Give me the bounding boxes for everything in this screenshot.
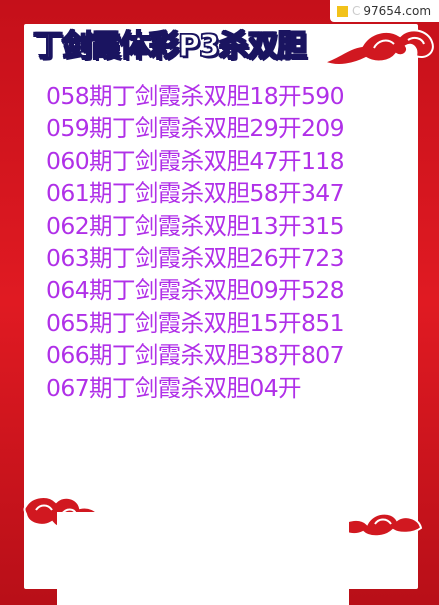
square-icon [337, 5, 348, 17]
list-item: 067期丁剑霞杀双胆04开 [46, 373, 302, 402]
list-item: 058期丁剑霞杀双胆18开590 [46, 82, 345, 110]
blank-area [57, 512, 349, 605]
watermark-site: 97654.com [363, 4, 432, 18]
watermark-badge[interactable]: C 97654.com [330, 0, 439, 22]
list-item: 066期丁剑霞杀双胆38开807 [46, 341, 345, 370]
list-item: 059期丁剑霞杀双胆29开209 [46, 114, 345, 143]
watermark-letter: C [352, 4, 361, 18]
list-item: 061期丁剑霞杀双胆58开347 [46, 179, 345, 208]
list-item: 065期丁剑霞杀双胆15开851 [46, 308, 345, 337]
poster-frame: 丁剑霞体彩P3杀双胆 058期丁剑霞杀双胆18开590 059期丁剑霞杀双胆29… [0, 0, 439, 605]
prediction-list: 058期丁剑霞杀双胆18开590 059期丁剑霞杀双胆29开209 060期丁剑… [46, 80, 345, 404]
poster-title: 丁剑霞体彩P3杀双胆 [32, 28, 307, 65]
list-item: 063期丁剑霞杀双胆26开723 [46, 244, 345, 273]
list-item: 062期丁剑霞杀双胆13开315 [46, 211, 345, 240]
list-item: 060期丁剑霞杀双胆47开118 [46, 146, 345, 175]
list-item: 064期丁剑霞杀双胆09开528 [46, 276, 345, 305]
cloud-ornament-top-right [321, 29, 434, 66]
